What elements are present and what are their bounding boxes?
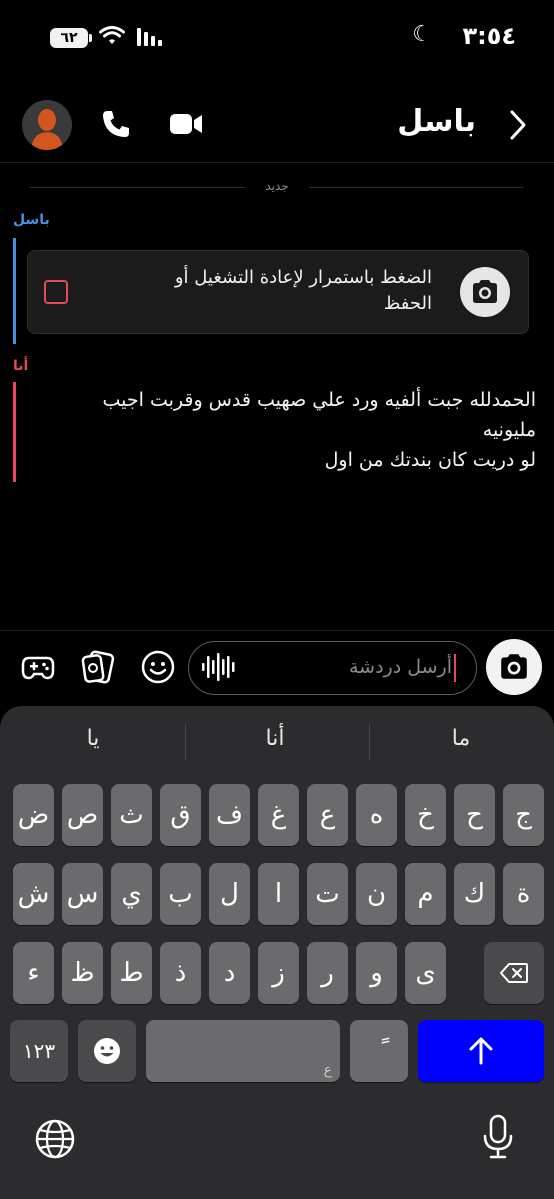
letter-key[interactable]: ط: [111, 942, 152, 1004]
letter-key[interactable]: م: [405, 863, 446, 925]
emoji-icon: [94, 1038, 120, 1064]
letter-key[interactable]: ظ: [62, 942, 103, 1004]
replay-camera-button[interactable]: [460, 267, 510, 317]
arrow-up-icon: [469, 1037, 493, 1065]
chat-input-placeholder: أرسل دردشة: [348, 656, 452, 678]
snap-card-text: الضغط باستمرار لإعادة التشغيل أو الحفظ: [174, 267, 432, 314]
letter-key[interactable]: ج: [503, 784, 544, 846]
camera-button[interactable]: [486, 639, 542, 695]
backspace-key[interactable]: [484, 942, 544, 1004]
emoji-key[interactable]: [78, 1020, 136, 1082]
sender-name: أنا: [13, 358, 29, 374]
message-line: الحمدلله جبت ألفيه ورد علي صهيب قدس وقرب…: [102, 389, 536, 411]
battery-cap: [89, 34, 92, 42]
letter-key[interactable]: ع: [307, 784, 348, 846]
chat-input-bar: أرسل دردشة: [0, 630, 554, 707]
send-key[interactable]: [418, 1020, 544, 1082]
snap-card[interactable]: الضغط باستمرار لإعادة التشغيل أو الحفظ: [27, 250, 529, 334]
suggestion-separator: [369, 724, 370, 760]
letter-key[interactable]: ق: [160, 784, 201, 846]
video-call-icon[interactable]: [168, 108, 204, 140]
sender-bar: [13, 238, 16, 344]
suggestion-word[interactable]: يا: [18, 726, 168, 766]
new-label: جديد: [265, 179, 289, 193]
letter-key[interactable]: ل: [209, 863, 250, 925]
signal-icon: [137, 28, 162, 46]
text-caret: [454, 654, 456, 682]
wifi-icon: [99, 26, 125, 44]
letter-key[interactable]: ح: [454, 784, 495, 846]
chat-title[interactable]: باسل: [397, 104, 476, 139]
letter-key[interactable]: د: [209, 942, 250, 1004]
chat-input-field[interactable]: أرسل دردشة: [188, 641, 477, 695]
microphone-icon[interactable]: [480, 1114, 516, 1160]
letter-key[interactable]: ش: [13, 863, 54, 925]
sender-name: باسل: [13, 212, 50, 228]
letter-key[interactable]: ه: [356, 784, 397, 846]
suggestion-word[interactable]: أنا: [200, 726, 350, 766]
avatar[interactable]: [22, 100, 72, 150]
stickers-icon[interactable]: [80, 649, 116, 685]
camera-icon: [473, 280, 497, 303]
letter-key[interactable]: و: [356, 942, 397, 1004]
backspace-icon: [500, 963, 528, 983]
suggestion-word[interactable]: ما: [386, 726, 536, 766]
new-messages-divider: جديد: [30, 178, 524, 196]
phone-call-icon[interactable]: [100, 108, 132, 140]
moon-icon: ☾: [412, 22, 432, 47]
letter-key[interactable]: ت: [307, 863, 348, 925]
letter-key[interactable]: ة: [503, 863, 544, 925]
message-text[interactable]: الحمدلله جبت ألفيه ورد علي صهيب قدس وقرب…: [46, 385, 536, 475]
letter-key[interactable]: ك: [454, 863, 495, 925]
status-time: ٣:٥٤: [462, 22, 516, 50]
snap-status-square: [44, 280, 68, 304]
emoji-icon[interactable]: [140, 649, 176, 685]
letter-key[interactable]: ث: [111, 784, 152, 846]
divider-line: [309, 187, 524, 188]
chevron-right-icon[interactable]: [508, 108, 528, 142]
letter-key[interactable]: ء: [13, 942, 54, 1004]
letter-key[interactable]: خ: [405, 784, 446, 846]
message-line: لو دريت كان بندتك من اول: [324, 449, 536, 471]
space-key[interactable]: ع: [146, 1020, 340, 1082]
suggestion-separator: [185, 724, 186, 760]
gamepad-icon[interactable]: [20, 649, 56, 685]
letter-key[interactable]: ذ: [160, 942, 201, 1004]
letter-key[interactable]: ص: [62, 784, 103, 846]
camera-icon: [501, 654, 527, 679]
letter-key[interactable]: س: [62, 863, 103, 925]
letter-key[interactable]: ض: [13, 784, 54, 846]
keyboard: ما أنا يا جحخهعغفقثصض ةكمنتالبيسش ىورزدذ…: [0, 706, 554, 1199]
letter-key[interactable]: ر: [307, 942, 348, 1004]
numbers-key[interactable]: ١٢٣: [10, 1020, 68, 1082]
tanween-key[interactable]: ً: [350, 1020, 408, 1082]
status-bar: ٦٢ ☾ ٣:٥٤: [0, 0, 554, 80]
letter-key[interactable]: ى: [405, 942, 446, 1004]
chat-header: باسل: [0, 90, 554, 163]
message-line: مليونيه: [482, 419, 536, 441]
globe-icon[interactable]: [34, 1118, 76, 1160]
voice-waveform-icon[interactable]: [201, 652, 241, 682]
avatar-figure-icon: [31, 109, 63, 150]
letter-key[interactable]: ن: [356, 863, 397, 925]
sender-bar: [13, 382, 16, 482]
letter-key[interactable]: ز: [258, 942, 299, 1004]
letter-key[interactable]: ف: [209, 784, 250, 846]
battery-indicator: ٦٢: [50, 28, 88, 48]
letter-key[interactable]: غ: [258, 784, 299, 846]
letter-key[interactable]: ي: [111, 863, 152, 925]
letter-key[interactable]: ا: [258, 863, 299, 925]
space-key-hint: ع: [323, 1062, 332, 1078]
letter-key[interactable]: ب: [160, 863, 201, 925]
